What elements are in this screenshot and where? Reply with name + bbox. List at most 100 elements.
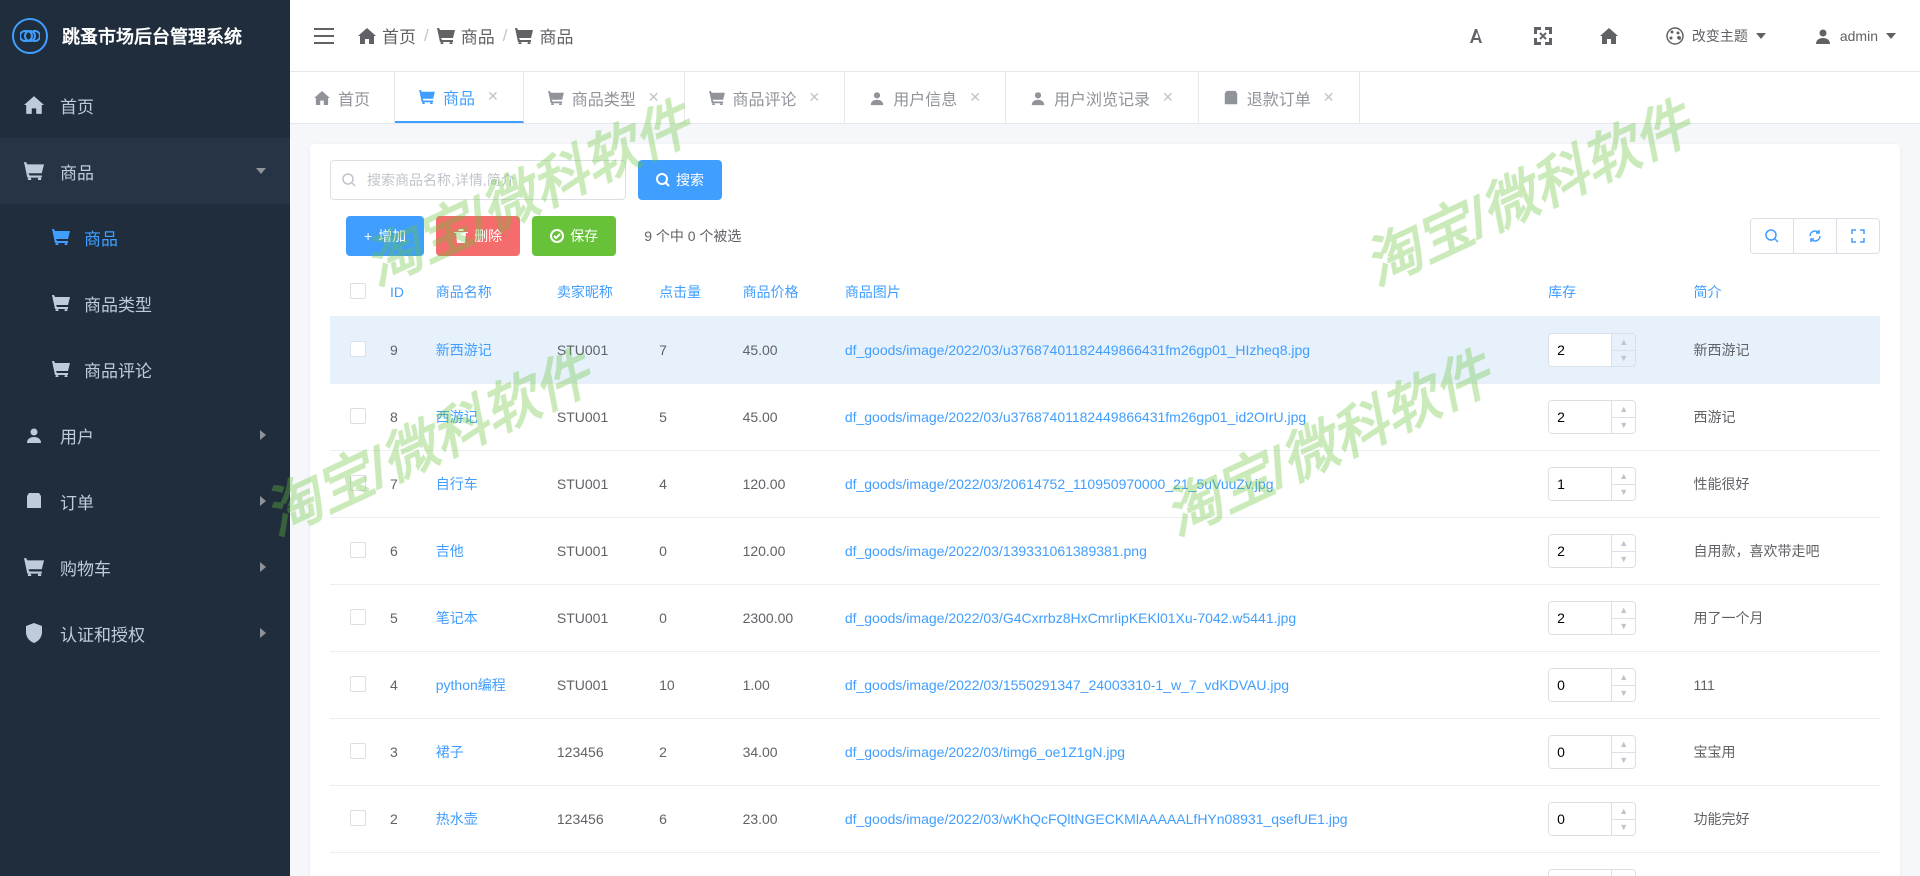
stepper-up-icon[interactable]: ▲ — [1612, 870, 1635, 876]
stepper-up-icon[interactable]: ▲ — [1612, 602, 1635, 619]
checkbox[interactable] — [350, 676, 366, 692]
col-price[interactable]: 商品价格 — [733, 268, 835, 317]
stepper-up-icon[interactable]: ▲ — [1612, 669, 1635, 686]
stock-input[interactable] — [1549, 736, 1611, 768]
close-icon[interactable]: ✕ — [1162, 89, 1174, 106]
sidebar-item-cart[interactable]: 购物车 — [0, 534, 290, 600]
stepper-up-icon[interactable]: ▲ — [1612, 803, 1635, 820]
cell-image-link[interactable]: df_goods/image/2022/03/u3768740118244986… — [845, 409, 1306, 425]
stepper-down-icon[interactable]: ▼ — [1612, 753, 1635, 769]
table-row[interactable]: 4 python编程 STU001 10 1.00 df_goods/image… — [330, 652, 1880, 719]
stock-stepper[interactable]: ▲▼ — [1548, 467, 1636, 501]
stepper-down-icon[interactable]: ▼ — [1612, 619, 1635, 635]
table-row[interactable]: 5 笔记本 STU001 0 2300.00 df_goods/image/20… — [330, 585, 1880, 652]
cell-name-link[interactable]: 西游记 — [436, 409, 478, 425]
cell-name-link[interactable]: 自行车 — [436, 476, 478, 492]
sidebar-toggle-icon[interactable] — [314, 28, 334, 44]
save-button[interactable]: 保存 — [532, 216, 616, 256]
stepper-up-icon[interactable]: ▲ — [1612, 736, 1635, 753]
tab[interactable]: 商品类型✕ — [524, 72, 685, 123]
tab[interactable]: 用户浏览记录✕ — [1006, 72, 1199, 123]
cell-image-link[interactable]: df_goods/image/2022/03/u3768740118244986… — [845, 342, 1310, 358]
stepper-up-icon[interactable]: ▲ — [1612, 468, 1635, 485]
close-icon[interactable]: ✕ — [648, 89, 660, 106]
cell-name-link[interactable]: 吉他 — [436, 543, 464, 559]
col-image[interactable]: 商品图片 — [835, 268, 1538, 317]
view-button[interactable] — [1750, 218, 1794, 254]
stock-stepper[interactable]: ▲▼ — [1548, 802, 1636, 836]
stock-stepper[interactable]: ▲▼ — [1548, 869, 1636, 876]
checkbox[interactable] — [350, 542, 366, 558]
cell-name-link[interactable]: 裙子 — [436, 744, 464, 760]
tab[interactable]: 商品✕ — [395, 72, 524, 123]
stepper-down-icon[interactable]: ▼ — [1612, 820, 1635, 836]
sidebar-sub-goods-item[interactable]: 商品 — [0, 204, 290, 270]
add-button[interactable]: + 增加 — [346, 216, 424, 256]
col-intro[interactable]: 简介 — [1683, 268, 1880, 317]
table-row[interactable]: 8 西游记 STU001 5 45.00 df_goods/image/2022… — [330, 384, 1880, 451]
col-name[interactable]: 商品名称 — [426, 268, 547, 317]
breadcrumb-home[interactable]: 首页 — [358, 23, 416, 48]
stock-stepper[interactable]: ▲▼ — [1548, 735, 1636, 769]
col-hits[interactable]: 点击量 — [649, 268, 732, 317]
user-dropdown[interactable]: admin — [1814, 27, 1896, 45]
stock-input[interactable] — [1549, 535, 1611, 567]
sidebar-sub-goods-comments[interactable]: 商品评论 — [0, 336, 290, 402]
tab[interactable]: 退款订单✕ — [1199, 72, 1360, 123]
checkbox[interactable] — [350, 341, 366, 357]
cell-image-link[interactable]: df_goods/image/2022/03/20614752_11095097… — [845, 476, 1274, 492]
table-row[interactable]: 3 裙子 123456 2 34.00 df_goods/image/2022/… — [330, 719, 1880, 786]
tab[interactable]: 用户信息✕ — [845, 72, 1006, 123]
cell-image-link[interactable]: df_goods/image/2022/03/G4Cxrrbz8HxCmrIip… — [845, 610, 1296, 626]
cell-image-link[interactable]: df_goods/image/2022/03/1550291347_240033… — [845, 677, 1289, 693]
stepper-up-icon[interactable]: ▲ — [1612, 334, 1635, 351]
home-icon[interactable] — [1600, 28, 1618, 44]
stepper-down-icon[interactable]: ▼ — [1612, 686, 1635, 702]
close-icon[interactable]: ✕ — [487, 88, 499, 105]
checkbox[interactable] — [350, 810, 366, 826]
stock-input[interactable] — [1549, 669, 1611, 701]
sidebar-item-user[interactable]: 用户 — [0, 402, 290, 468]
checkbox[interactable] — [350, 475, 366, 491]
cell-name-link[interactable]: 笔记本 — [436, 610, 478, 626]
stock-input[interactable] — [1549, 468, 1611, 500]
cell-image-link[interactable]: df_goods/image/2022/03/timg6_oe1Z1gN.jpg — [845, 744, 1125, 760]
stepper-up-icon[interactable]: ▲ — [1612, 401, 1635, 418]
table-row[interactable]: 2 热水壶 123456 6 23.00 df_goods/image/2022… — [330, 786, 1880, 853]
stepper-down-icon[interactable]: ▼ — [1612, 485, 1635, 501]
fullscreen-icon[interactable] — [1534, 27, 1552, 45]
col-seller[interactable]: 卖家昵称 — [547, 268, 649, 317]
refresh-button[interactable] — [1793, 218, 1837, 254]
sidebar-item-auth[interactable]: 认证和授权 — [0, 600, 290, 666]
font-icon[interactable] — [1468, 27, 1486, 45]
stock-input[interactable] — [1549, 401, 1611, 433]
stepper-down-icon[interactable]: ▼ — [1612, 418, 1635, 434]
col-id[interactable]: ID — [380, 268, 426, 317]
search-input[interactable] — [330, 160, 626, 200]
stepper-down-icon[interactable]: ▼ — [1612, 351, 1635, 367]
stepper-down-icon[interactable]: ▼ — [1612, 552, 1635, 568]
checkbox[interactable] — [350, 283, 366, 299]
delete-button[interactable]: 删除 — [436, 216, 520, 256]
cell-image-link[interactable]: df_goods/image/2022/03/wKhQcFQltNGECKMlA… — [845, 811, 1348, 827]
checkbox[interactable] — [350, 609, 366, 625]
sidebar-item-home[interactable]: 首页 — [0, 72, 290, 138]
expand-button[interactable] — [1836, 218, 1880, 254]
select-all-header[interactable] — [330, 268, 380, 317]
stepper-up-icon[interactable]: ▲ — [1612, 535, 1635, 552]
checkbox[interactable] — [350, 408, 366, 424]
stock-stepper[interactable]: ▲▼ — [1548, 601, 1636, 635]
close-icon[interactable]: ✕ — [1323, 89, 1335, 106]
checkbox[interactable] — [350, 743, 366, 759]
sidebar-item-order[interactable]: 订单 — [0, 468, 290, 534]
cell-name-link[interactable]: 新西游记 — [436, 342, 492, 358]
stock-input[interactable] — [1549, 870, 1611, 876]
table-row[interactable]: 9 新西游记 STU001 7 45.00 df_goods/image/202… — [330, 317, 1880, 384]
table-row[interactable]: 6 吉他 STU001 0 120.00 df_goods/image/2022… — [330, 518, 1880, 585]
stock-stepper[interactable]: ▲▼ — [1548, 534, 1636, 568]
stock-stepper[interactable]: ▲▼ — [1548, 333, 1636, 367]
cell-image-link[interactable]: df_goods/image/2022/03/139331061389381.p… — [845, 543, 1147, 559]
stock-input[interactable] — [1549, 602, 1611, 634]
search-button[interactable]: 搜索 — [638, 160, 722, 200]
sidebar-sub-goods-type[interactable]: 商品类型 — [0, 270, 290, 336]
